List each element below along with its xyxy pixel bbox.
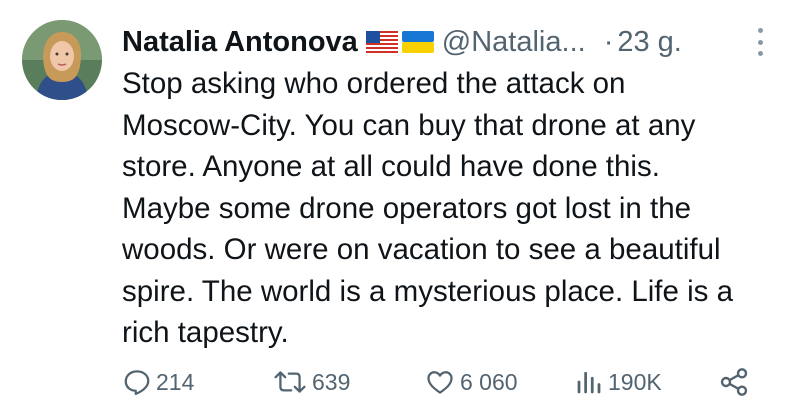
us-flag-icon [365,31,398,53]
action-bar: 214 639 6 060 190K [122,362,762,402]
repost-count: 639 [312,368,351,395]
reply-button[interactable]: 214 [122,362,194,402]
separator: · [603,25,614,58]
reply-count: 214 [156,368,195,395]
tweet-text-line: woods. Or were on vacation to see a beau… [122,233,721,266]
like-count: 6 060 [460,368,518,395]
flags [365,31,434,53]
repost-icon [274,371,306,393]
reply-icon [124,370,150,395]
views-icon [577,371,601,394]
tweet-text: Stop asking who ordered the attack on Mo… [122,63,787,354]
repost-button[interactable]: 639 [272,362,350,402]
tweet-text-line: spire. The world is a mysterious place. … [122,274,734,308]
tweet-text-line: Stop asking who ordered the attack on [122,67,626,100]
like-button[interactable]: 6 060 [424,362,518,402]
author-handle[interactable]: @Natalia... [442,26,586,59]
tweet-text-line: rich tapestry. [122,316,289,349]
avatar[interactable] [22,20,102,100]
view-count: 190K [608,368,662,395]
tweet-text-line: store. Anyone at all could have done thi… [122,150,660,183]
tweet-header: Natalia Antonova @Natalia... · 23 g. [122,22,770,62]
tweet-text-line: Moscow-City. You can buy that drone at a… [122,108,696,142]
timestamp[interactable]: 23 g. [617,26,682,59]
share-button[interactable] [718,362,750,402]
tweet-text-line: Maybe some drone operators got lost in t… [122,191,692,225]
heart-icon [427,371,453,394]
views-button[interactable]: 190K [574,362,662,402]
more-icon[interactable] [750,28,770,56]
ukraine-flag-icon [401,31,434,53]
share-icon [720,368,748,396]
author-name[interactable]: Natalia Antonova [122,26,358,59]
